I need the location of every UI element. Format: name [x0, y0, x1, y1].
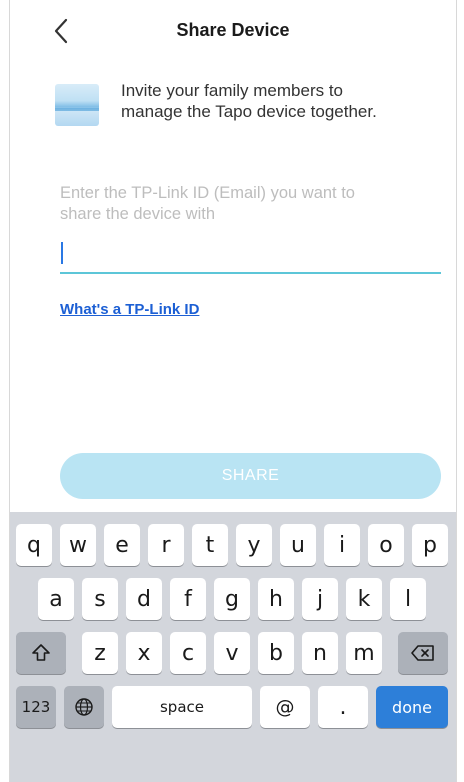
email-input[interactable] — [60, 238, 441, 268]
key-w[interactable]: w — [60, 524, 96, 566]
key-h[interactable]: h — [258, 578, 294, 620]
key-d[interactable]: d — [126, 578, 162, 620]
email-field-label-line-2: share the device with — [60, 205, 216, 223]
key-m[interactable]: m — [346, 632, 382, 674]
key-g[interactable]: g — [214, 578, 250, 620]
space-key[interactable]: space — [112, 686, 252, 728]
key-r[interactable]: r — [148, 524, 184, 566]
text-cursor — [61, 242, 63, 264]
page-title: Share Device — [176, 20, 290, 40]
numbers-key[interactable]: 123 — [16, 686, 56, 728]
nav-header: Share Device — [10, 0, 456, 64]
key-a[interactable]: a — [38, 578, 74, 620]
key-y[interactable]: y — [236, 524, 272, 566]
on-screen-keyboard: q w e r t y u i o p a s d f g h j k l z … — [10, 512, 456, 782]
key-q[interactable]: q — [16, 524, 52, 566]
key-b[interactable]: b — [258, 632, 294, 674]
key-s[interactable]: s — [82, 578, 118, 620]
app-screen: Share Device Invite your family members … — [9, 0, 457, 782]
done-key[interactable]: done — [376, 686, 448, 728]
key-j[interactable]: j — [302, 578, 338, 620]
backspace-icon — [411, 645, 434, 661]
key-v[interactable]: v — [214, 632, 250, 674]
key-e[interactable]: e — [104, 524, 140, 566]
key-f[interactable]: f — [170, 578, 206, 620]
key-t[interactable]: t — [192, 524, 228, 566]
key-c[interactable]: c — [170, 632, 206, 674]
key-z[interactable]: z — [82, 632, 118, 674]
key-l[interactable]: l — [390, 578, 426, 620]
delete-key[interactable] — [398, 632, 448, 674]
key-o[interactable]: o — [368, 524, 404, 566]
share-device-icon — [55, 84, 99, 126]
email-input-container[interactable] — [60, 238, 441, 274]
dot-key[interactable]: . — [318, 686, 368, 728]
globe-key[interactable] — [64, 686, 104, 728]
intro-text: Invite your family members to manage the… — [121, 80, 377, 122]
at-key[interactable]: @ — [260, 686, 310, 728]
key-i[interactable]: i — [324, 524, 360, 566]
shift-icon — [32, 644, 50, 661]
key-x[interactable]: x — [126, 632, 162, 674]
key-n[interactable]: n — [302, 632, 338, 674]
email-field-label-line-1: Enter the TP-Link ID (Email) you want to — [60, 184, 355, 202]
share-button[interactable]: SHARE — [60, 453, 441, 499]
shift-key[interactable] — [16, 632, 66, 674]
key-p[interactable]: p — [412, 524, 448, 566]
key-u[interactable]: u — [280, 524, 316, 566]
intro-section: Invite your family members to manage the… — [55, 80, 445, 126]
email-field-label: Enter the TP-Link ID (Email) you want to… — [60, 183, 450, 225]
key-k[interactable]: k — [346, 578, 382, 620]
intro-line-1: Invite your family members to — [121, 81, 344, 100]
globe-icon — [75, 698, 93, 716]
intro-line-2: manage the Tapo device together. — [121, 102, 377, 121]
what-is-tplink-id-link[interactable]: What's a TP-Link ID — [60, 301, 199, 318]
